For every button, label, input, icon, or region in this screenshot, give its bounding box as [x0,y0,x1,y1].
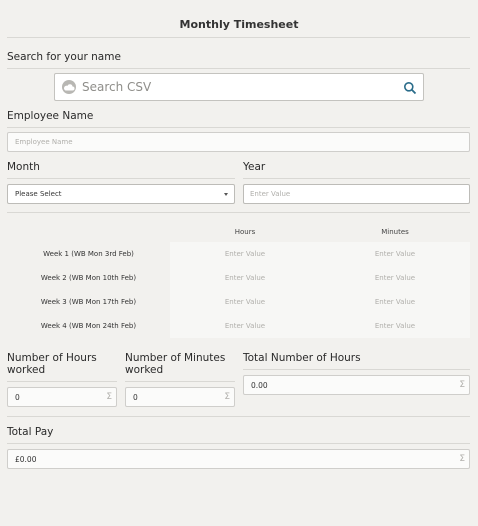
employee-divider [7,127,470,128]
matrix-top-divider [7,212,470,213]
minutes-worked-label: Number of Minutes worked [125,352,226,376]
search-label: Search for your name [7,51,121,63]
month-label: Month [7,161,40,173]
month-divider [7,178,235,179]
month-select[interactable]: Please Select [7,184,235,204]
matrix-row: Week 1 (WB Mon 3rd Feb) Enter Value Ente… [7,244,470,264]
matrix-row-label: Week 2 (WB Mon 10th Feb) [40,274,137,282]
sigma-icon: Σ [106,392,112,402]
matrix-row: Week 4 (WB Mon 24th Feb) Enter Value Ent… [7,316,470,336]
minutes-worked-divider [125,381,235,382]
year-label: Year [243,161,266,173]
caret-down-icon [224,193,228,196]
search-icon[interactable] [403,80,417,95]
matrix-minutes-input[interactable]: Enter Value [320,274,470,282]
matrix-row: Week 2 (WB Mon 10th Feb) Enter Value Ent… [7,268,470,288]
total-hours-label: Total Number of Hours [243,352,361,364]
matrix-hours-input[interactable]: Enter Value [170,250,320,258]
matrix-row-label: Week 1 (WB Mon 3rd Feb) [43,250,134,258]
matrix-minutes-input[interactable]: Enter Value [320,322,470,330]
total-pay-divider [7,443,470,444]
title-divider [7,37,470,38]
matrix-hours-input[interactable]: Enter Value [170,274,320,282]
year-divider [243,178,470,179]
sigma-icon: Σ [224,392,230,402]
cloud-icon [62,80,76,94]
matrix-minutes-input[interactable]: Enter Value [320,298,470,306]
hours-matrix: Hours Minutes Week 1 (WB Mon 3rd Feb) En… [7,220,470,340]
sigma-icon: Σ [459,454,465,464]
total-hours-divider [243,369,470,370]
search-box[interactable]: Search CSV [54,73,424,101]
month-selected-value: Please Select [15,190,62,198]
total-pay-label: Total Pay [7,426,54,438]
matrix-hours-input[interactable]: Enter Value [170,298,320,306]
employee-label: Employee Name [7,110,94,122]
hours-worked-label: Number of Hours worked [7,352,97,376]
sigma-icon: Σ [459,380,465,390]
hours-worked-divider [7,381,117,382]
matrix-row: Week 3 (WB Mon 17th Feb) Enter Value Ent… [7,292,470,312]
form-title: Monthly Timesheet [179,18,299,31]
hours-worked-value: 0 [15,393,20,402]
minutes-worked-field[interactable]: 0 Σ [125,387,235,407]
employee-name-placeholder: Employee Name [15,138,73,146]
total-pay-value: £0.00 [15,455,37,464]
matrix-col-hours: Hours [234,228,256,236]
year-field[interactable]: Enter Value [243,184,470,204]
year-placeholder: Enter Value [250,190,291,198]
total-hours-field[interactable]: 0.00 Σ [243,375,470,395]
matrix-hours-input[interactable]: Enter Value [170,322,320,330]
matrix-row-label: Week 3 (WB Mon 17th Feb) [40,298,137,306]
matrix-col-minutes: Minutes [381,228,409,236]
minutes-worked-value: 0 [133,393,138,402]
total-hours-value: 0.00 [251,381,268,390]
total-pay-field[interactable]: £0.00 Σ [7,449,470,469]
employee-name-field[interactable]: Employee Name [7,132,470,152]
search-divider [7,68,470,69]
matrix-minutes-input[interactable]: Enter Value [320,250,470,258]
pay-top-divider [7,416,470,417]
search-input[interactable]: Search CSV [82,80,151,94]
hours-worked-field[interactable]: 0 Σ [7,387,117,407]
matrix-row-label: Week 4 (WB Mon 24th Feb) [40,322,137,330]
